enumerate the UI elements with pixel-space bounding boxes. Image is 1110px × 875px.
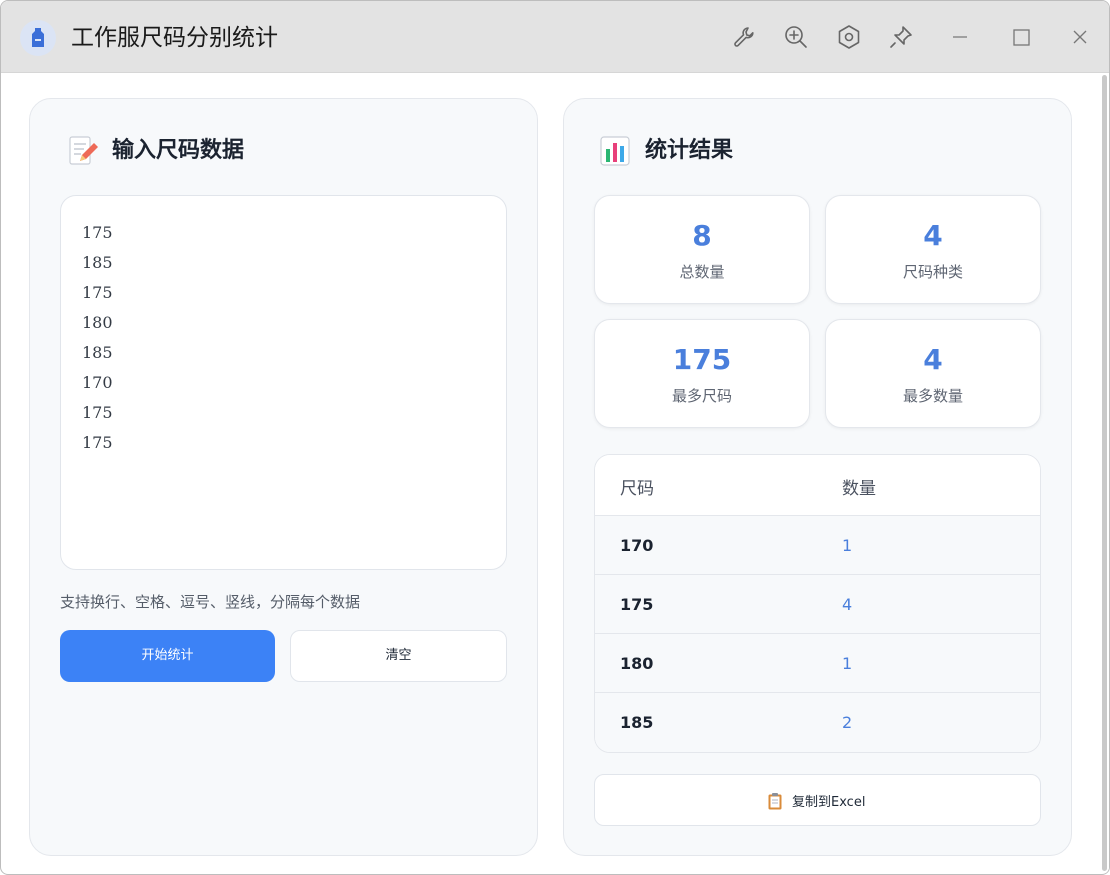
- stat-top-count-card: 4 最多数量: [825, 319, 1041, 428]
- table-row: 175 4: [595, 575, 1040, 634]
- cell-size: 175: [620, 595, 654, 614]
- result-panel-title: 统计结果: [645, 138, 734, 163]
- cell-count: 1: [842, 536, 853, 555]
- pin-icon[interactable]: [887, 23, 915, 51]
- stat-top-size-value: 175: [672, 343, 732, 376]
- table-row: 185 2: [595, 693, 1040, 752]
- stat-total-value: 8: [692, 219, 712, 252]
- textarea-content: 175 185 175 180 185 170 175 175: [82, 218, 113, 458]
- size-count-table: 尺码 数量 170 1 175 4 180 1 185 2: [594, 454, 1041, 753]
- wrench-icon[interactable]: [730, 23, 758, 51]
- input-line: 185: [82, 253, 113, 272]
- minimize-icon[interactable]: [946, 23, 974, 51]
- input-panel-title: 输入尺码数据: [112, 138, 245, 163]
- stat-top-count-label: 最多数量: [902, 387, 963, 405]
- stat-total-label: 总数量: [679, 263, 725, 281]
- input-line: 175: [82, 223, 113, 242]
- input-line: 175: [82, 433, 113, 452]
- cell-size: 170: [620, 536, 654, 555]
- memo-icon: [66, 135, 98, 167]
- app-window: 工作服尺码分别统计 输入尺码数据 175 185 175 180 185 170…: [0, 0, 1110, 875]
- cell-count: 4: [842, 595, 853, 614]
- clipboard-icon: [767, 792, 783, 810]
- stat-total-card: 8 总数量: [594, 195, 810, 304]
- vertical-scrollbar[interactable]: [1100, 73, 1109, 873]
- size-input-textarea[interactable]: 175 185 175 180 185 170 175 175: [60, 195, 507, 570]
- table-header: 尺码 数量: [595, 455, 1040, 516]
- stat-top-count-value: 4: [923, 343, 943, 376]
- input-line: 185: [82, 343, 113, 362]
- input-line: 170: [82, 373, 113, 392]
- result-panel: 统计结果 8 总数量 4 尺码种类 175 最多尺码 4 最多数量 尺码 数量 …: [563, 98, 1072, 856]
- cell-count: 2: [842, 713, 853, 732]
- maximize-icon[interactable]: [1007, 23, 1035, 51]
- start-stats-button[interactable]: 开始统计: [60, 630, 275, 682]
- column-header-count[interactable]: 数量: [842, 474, 876, 499]
- app-logo-icon: [20, 20, 56, 56]
- input-line: 180: [82, 313, 113, 332]
- close-icon[interactable]: [1066, 23, 1094, 51]
- cell-size: 180: [620, 654, 654, 673]
- column-header-size[interactable]: 尺码: [620, 474, 654, 499]
- scrollbar-thumb[interactable]: [1102, 75, 1107, 871]
- stat-top-size-label: 最多尺码: [671, 387, 732, 405]
- copy-to-excel-button[interactable]: 复制到Excel: [594, 774, 1041, 826]
- input-panel: 输入尺码数据 175 185 175 180 185 170 175 175 支…: [29, 98, 538, 856]
- settings-hex-icon[interactable]: [835, 23, 863, 51]
- bar-chart-icon: [599, 135, 631, 167]
- title-bar[interactable]: 工作服尺码分别统计: [1, 1, 1109, 73]
- zoom-in-icon[interactable]: [782, 23, 810, 51]
- stat-top-size-card: 175 最多尺码: [594, 319, 810, 428]
- stat-kinds-label: 尺码种类: [902, 263, 963, 281]
- cell-count: 1: [842, 654, 853, 673]
- input-hint: 支持换行、空格、逗号、竖线，分隔每个数据: [60, 593, 361, 611]
- input-line: 175: [82, 403, 113, 422]
- input-line: 175: [82, 283, 113, 302]
- clear-button[interactable]: 清空: [290, 630, 507, 682]
- window-title: 工作服尺码分别统计: [71, 25, 278, 51]
- copy-to-excel-label: 复制到Excel: [792, 795, 866, 810]
- table-row: 170 1: [595, 516, 1040, 575]
- stat-kinds-card: 4 尺码种类: [825, 195, 1041, 304]
- cell-size: 185: [620, 713, 654, 732]
- table-row: 180 1: [595, 634, 1040, 693]
- stat-kinds-value: 4: [923, 219, 943, 252]
